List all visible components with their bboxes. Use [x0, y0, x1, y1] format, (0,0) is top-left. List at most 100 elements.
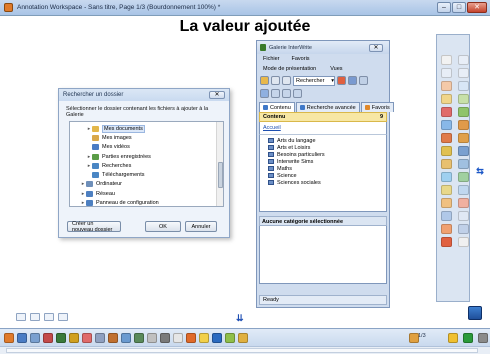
tool-icon[interactable]	[458, 172, 469, 182]
view-icon[interactable]	[260, 89, 269, 98]
scroll-track[interactable]	[6, 348, 478, 353]
double-arrow-icon[interactable]: ⇊	[236, 313, 243, 324]
menu-presentation[interactable]: Mode de présentation	[263, 66, 316, 72]
toolbar-icon[interactable]	[238, 332, 248, 343]
tool-icon[interactable]	[441, 55, 452, 65]
toolbar-icon[interactable]	[147, 332, 157, 343]
tool-icon[interactable]	[441, 211, 452, 221]
side-arrow-icon[interactable]: ⇆	[473, 166, 487, 176]
gallery-close-button[interactable]: ✕	[369, 44, 383, 52]
tool-icon[interactable]	[458, 146, 469, 156]
forward-icon[interactable]	[282, 76, 291, 85]
tree-item[interactable]: ▸ Recherches	[70, 161, 223, 170]
toolbar-icon[interactable]	[173, 332, 183, 343]
nav-icon[interactable]	[463, 332, 473, 343]
tool-icon[interactable]	[458, 120, 469, 130]
category-item[interactable]: Maths	[268, 165, 378, 172]
category-item[interactable]: Arts du langage	[268, 137, 378, 144]
gallery-tab[interactable]: Recherche avancée	[295, 102, 360, 112]
folder-icon[interactable]	[260, 76, 269, 85]
toolbar-icon[interactable]	[199, 332, 209, 343]
tool-icon[interactable]	[441, 198, 452, 208]
toolbar-icon[interactable]	[43, 332, 53, 343]
toolbar-icon[interactable]	[121, 332, 131, 343]
tool-icon[interactable]	[458, 159, 469, 169]
tool-icon[interactable]	[441, 146, 452, 156]
toolbar-icon[interactable]	[108, 332, 118, 343]
tree-item[interactable]: Mes vidéos	[70, 143, 223, 152]
tool-icon[interactable]	[458, 211, 469, 221]
tree-item[interactable]: ▸ Mes documents	[70, 124, 223, 133]
tree-item[interactable]: ▸ Panneau de configuration	[70, 198, 223, 206]
dialog-close-button[interactable]: ✕	[209, 91, 225, 99]
toolbar-icon[interactable]	[69, 332, 79, 343]
toolbar-icon[interactable]	[212, 332, 222, 343]
refresh-icon[interactable]	[293, 89, 302, 98]
tools-icon[interactable]	[348, 76, 357, 85]
cancel-button[interactable]: Annuler	[185, 221, 217, 232]
toolbar-icon[interactable]	[186, 332, 196, 343]
tool-icon[interactable]	[458, 198, 469, 208]
category-item[interactable]: Arts et Loisirs	[268, 144, 378, 151]
search-icon[interactable]	[337, 76, 346, 85]
menu-favoris[interactable]: Favoris	[292, 56, 310, 62]
tool-icon[interactable]	[441, 120, 452, 130]
minimize-button[interactable]: –	[437, 2, 451, 13]
tool-icon[interactable]	[441, 68, 452, 78]
tool-icon[interactable]	[458, 237, 469, 247]
tool-icon[interactable]	[458, 55, 469, 65]
menu-vues[interactable]: Vues	[330, 66, 342, 72]
tool-icon[interactable]	[458, 68, 469, 78]
thumbnail-icon[interactable]	[282, 89, 291, 98]
category-item[interactable]: Science	[268, 172, 378, 179]
new-folder-button[interactable]: Créer un nouveau dossier	[67, 221, 121, 233]
tool-icon[interactable]	[458, 107, 469, 117]
category-item[interactable]: Besoins particuliers	[268, 151, 378, 158]
tool-icon[interactable]	[441, 94, 452, 104]
tool-icon[interactable]	[441, 237, 452, 247]
page-icon[interactable]	[58, 313, 68, 321]
line-icon[interactable]	[30, 313, 40, 321]
tool-icon[interactable]	[441, 107, 452, 117]
toolbar-icon[interactable]	[95, 332, 105, 343]
tree-item[interactable]: ▸ Parties enregistrées	[70, 152, 223, 161]
toolbar-icon[interactable]	[30, 332, 40, 343]
tool-icon[interactable]	[441, 172, 452, 182]
close-button[interactable]: ✕	[467, 2, 487, 13]
tool-icon[interactable]	[458, 185, 469, 195]
toolbar-icon[interactable]	[17, 332, 27, 343]
tool-icon[interactable]	[458, 224, 469, 234]
tool-icon[interactable]	[441, 81, 452, 91]
edit-icon[interactable]	[44, 313, 54, 321]
horizontal-scrollbar[interactable]	[0, 346, 490, 354]
category-item[interactable]: Interwrite Sims	[268, 158, 378, 165]
maximize-button[interactable]: □	[452, 2, 466, 13]
gallery-tab[interactable]: Contenu	[259, 102, 295, 112]
tree-item[interactable]: ▸ Ordinateur	[70, 180, 223, 189]
home-link[interactable]: Accueil	[259, 122, 387, 134]
ok-button[interactable]: OK	[145, 221, 181, 232]
tool-icon[interactable]	[458, 81, 469, 91]
tool-icon[interactable]	[458, 94, 469, 104]
search-select[interactable]: Rechercher ▾	[293, 75, 335, 86]
items-area[interactable]	[259, 226, 387, 284]
move-icon[interactable]	[16, 313, 26, 321]
tree-scrollbar[interactable]	[216, 122, 223, 206]
tree-item[interactable]: Téléchargements	[70, 170, 223, 179]
tree-item[interactable]: ▸ Réseau	[70, 189, 223, 198]
nav-icon[interactable]	[478, 332, 488, 343]
toolbar-icon[interactable]	[134, 332, 144, 343]
toolbar-icon[interactable]	[56, 332, 66, 343]
tree-item[interactable]: Mes images	[70, 133, 223, 142]
options-icon[interactable]	[359, 76, 368, 85]
gallery-tab[interactable]: Favoris	[360, 102, 394, 112]
toolbar-icon[interactable]	[160, 332, 170, 343]
page-sorter-icon[interactable]	[468, 306, 482, 320]
tool-icon[interactable]	[441, 159, 452, 169]
tool-icon[interactable]	[441, 224, 452, 234]
toolbar-icon[interactable]	[82, 332, 92, 343]
toolbar-icon[interactable]	[4, 332, 14, 343]
tool-icon[interactable]	[441, 185, 452, 195]
tool-icon[interactable]	[458, 133, 469, 143]
menu-fichier[interactable]: Fichier	[263, 56, 280, 62]
